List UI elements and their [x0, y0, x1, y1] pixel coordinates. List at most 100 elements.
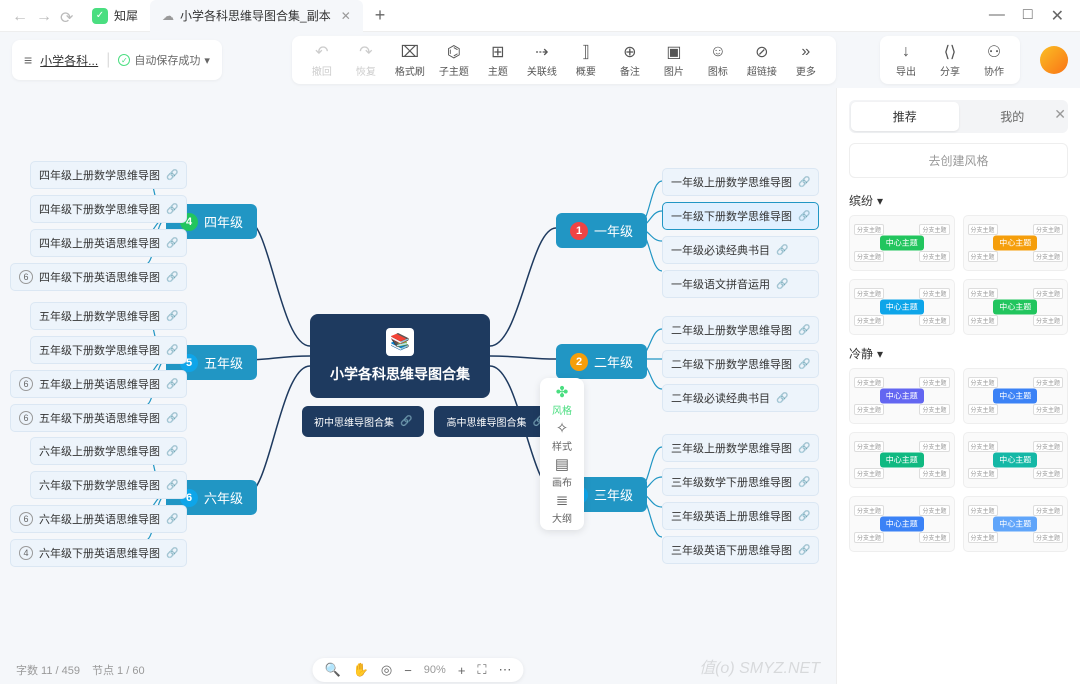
leaf-node[interactable]: 6五年级上册英语思维导图🔗	[10, 370, 187, 398]
toolbar-topic-button[interactable]: ⊞主题	[476, 38, 520, 82]
leaf-node[interactable]: 六年级下册数学思维导图🔗	[30, 471, 187, 499]
node-count: 节点 1 / 60	[92, 662, 145, 678]
side-tool-format[interactable]: ✧样式	[544, 418, 580, 454]
chevron-down-icon[interactable]: ▾	[204, 54, 210, 67]
doc-info: ≡ 小学各科... | ✓ 自动保存成功 ▾	[12, 40, 222, 80]
side-tool-canvas[interactable]: ▤画布	[544, 454, 580, 490]
zoom-in-button[interactable]: +	[458, 663, 466, 678]
link-icon: 🔗	[798, 325, 810, 336]
toolbar-undo-button[interactable]: ↶撤回	[300, 38, 344, 82]
doc-title[interactable]: 小学各科...	[40, 52, 98, 69]
nav-fwd-icon[interactable]: →	[36, 8, 52, 24]
style-thumbnail[interactable]: 中心主题 分支主题 分支主题 分支主题 分支主题	[963, 432, 1069, 488]
zoom-out-button[interactable]: −	[404, 663, 412, 678]
leaf-node[interactable]: 四年级上册数学思维导图🔗	[30, 161, 187, 189]
toolbar-image-button[interactable]: ▣图片	[652, 38, 696, 82]
toolbar-summary-button[interactable]: ⟧概要	[564, 38, 608, 82]
toolbar-relate-button[interactable]: ⇢关联线	[520, 38, 564, 82]
leaf-node[interactable]: 三年级上册数学思维导图🔗	[662, 434, 819, 462]
count-badge: 4	[19, 546, 33, 560]
panel-tab-recommend[interactable]: 推荐	[851, 102, 959, 131]
share-button[interactable]: ⟨⟩分享	[928, 38, 972, 82]
leaf-node[interactable]: 五年级下册数学思维导图🔗	[30, 336, 187, 364]
leaf-node[interactable]: 二年级上册数学思维导图🔗	[662, 316, 819, 344]
tab-document[interactable]: ☁ 小学各科思维导图合集_副本 ✕	[150, 0, 363, 32]
leaf-node[interactable]: 四年级上册英语思维导图🔗	[30, 229, 187, 257]
style-thumbnail[interactable]: 中心主题 分支主题 分支主题 分支主题 分支主题	[963, 496, 1069, 552]
link-icon: 🔗	[798, 477, 810, 488]
create-style-button[interactable]: 去创建风格	[849, 143, 1068, 178]
toolbar-note-button[interactable]: ⊕备注	[608, 38, 652, 82]
sub-node[interactable]: 高中思维导图合集🔗	[434, 406, 556, 437]
toolbar-child-button[interactable]: ⌬子主题	[432, 38, 476, 82]
collab-button[interactable]: ⚇协作	[972, 38, 1016, 82]
tab-home[interactable]: ✓ 知犀	[80, 0, 150, 32]
fullscreen-icon[interactable]: ⛶	[477, 662, 486, 678]
leaf-node[interactable]: 6五年级下册英语思维导图🔗	[10, 404, 187, 432]
minimize-button[interactable]: —	[989, 6, 1005, 26]
leaf-node[interactable]: 4六年级下册英语思维导图🔗	[10, 539, 187, 567]
menu-icon[interactable]: ≡	[24, 52, 32, 68]
style-thumbnail[interactable]: 中心主题 分支主题 分支主题 分支主题 分支主题	[963, 368, 1069, 424]
style-thumbnail[interactable]: 中心主题 分支主题 分支主题 分支主题 分支主题	[849, 432, 955, 488]
link-icon: 🔗	[798, 511, 810, 522]
panel-tab-mine[interactable]: 我的	[959, 102, 1067, 131]
check-icon: ✓	[118, 54, 130, 66]
leaf-node[interactable]: 三年级英语下册思维导图🔗	[662, 536, 819, 564]
toolbar-more-button[interactable]: »更多	[784, 38, 828, 82]
zoom-controls: 🔍 ✋ ◎ − 90% + ⛶ ⋯	[312, 658, 523, 682]
leaf-node[interactable]: 一年级语文拼音运用🔗	[662, 270, 819, 298]
link-icon: 🔗	[166, 480, 178, 491]
style-thumbnail[interactable]: 中心主题 分支主题 分支主题 分支主题 分支主题	[849, 496, 955, 552]
grade-node-1[interactable]: 1一年级	[556, 213, 647, 248]
central-node[interactable]: 📚 小学各科思维导图合集	[310, 314, 490, 398]
style-thumbnail[interactable]: 中心主题 分支主题 分支主题 分支主题 分支主题	[963, 279, 1069, 335]
leaf-node[interactable]: 二年级下册数学思维导图🔗	[662, 350, 819, 378]
leaf-node[interactable]: 6四年级下册英语思维导图🔗	[10, 263, 187, 291]
leaf-node[interactable]: 六年级上册数学思维导图🔗	[30, 437, 187, 465]
maximize-button[interactable]: □	[1023, 6, 1033, 26]
leaf-node[interactable]: 三年级英语上册思维导图🔗	[662, 502, 819, 530]
close-button[interactable]: ✕	[1051, 6, 1064, 26]
nav-back-icon[interactable]: ←	[12, 8, 28, 24]
leaf-node[interactable]: 6六年级上册英语思维导图🔗	[10, 505, 187, 533]
hand-icon[interactable]: ✋	[353, 662, 369, 678]
format-icon: ✧	[556, 419, 569, 437]
toolbar-link-button[interactable]: ⊘超链接	[740, 38, 784, 82]
note-icon: ⊕	[623, 43, 636, 61]
watermark: 值(o) SMYZ.NET	[699, 654, 820, 678]
leaf-node[interactable]: 二年级必读经典书目🔗	[662, 384, 819, 412]
toolbar-format-button[interactable]: ⌧格式刷	[388, 38, 432, 82]
leaf-node[interactable]: 三年级数学下册思维导图🔗	[662, 468, 819, 496]
chevron-down-icon[interactable]: ▾	[877, 194, 883, 208]
style-thumbnail[interactable]: 中心主题 分支主题 分支主题 分支主题 分支主题	[849, 279, 955, 335]
export-button[interactable]: ↓导出	[884, 38, 928, 82]
more-icon[interactable]: ⋯	[499, 662, 512, 678]
style-thumbnail[interactable]: 中心主题 分支主题 分支主题 分支主题 分支主题	[849, 215, 955, 271]
panel-close-icon[interactable]: ✕	[1054, 106, 1066, 123]
link-icon: ⊘	[755, 43, 768, 61]
summary-icon: ⟧	[582, 43, 590, 61]
leaf-node[interactable]: 一年级下册数学思维导图🔗	[662, 202, 819, 230]
style-thumbnail[interactable]: 中心主题 分支主题 分支主题 分支主题 分支主题	[849, 368, 955, 424]
leaf-node[interactable]: 五年级上册数学思维导图🔗	[30, 302, 187, 330]
side-tool-style[interactable]: ✤风格	[544, 382, 580, 418]
add-tab-button[interactable]: +	[375, 5, 386, 26]
side-tool-outline[interactable]: ≣大纲	[544, 490, 580, 526]
toolbar-redo-button[interactable]: ↷恢复	[344, 38, 388, 82]
avatar[interactable]	[1040, 46, 1068, 74]
target-icon[interactable]: ◎	[381, 662, 392, 678]
search-icon[interactable]: 🔍	[324, 662, 340, 678]
sub-node[interactable]: 初中思维导图合集🔗	[302, 406, 424, 437]
mindmap-canvas[interactable]: 📚 小学各科思维导图合集 初中思维导图合集🔗 高中思维导图合集🔗 1一年级 2二…	[0, 88, 836, 656]
toolbar-icon-button[interactable]: ☺图标	[696, 38, 740, 82]
leaf-node[interactable]: 一年级必读经典书目🔗	[662, 236, 819, 264]
leaf-node[interactable]: 一年级上册数学思维导图🔗	[662, 168, 819, 196]
grade-node-2[interactable]: 2二年级	[556, 344, 647, 379]
leaf-node[interactable]: 四年级下册数学思维导图🔗	[30, 195, 187, 223]
close-icon[interactable]: ✕	[341, 9, 351, 23]
style-thumbnail[interactable]: 中心主题 分支主题 分支主题 分支主题 分支主题	[963, 215, 1069, 271]
nav-refresh-icon[interactable]: ⟳	[60, 8, 76, 24]
chevron-down-icon[interactable]: ▾	[877, 347, 883, 361]
topic-icon: ⊞	[491, 43, 504, 61]
